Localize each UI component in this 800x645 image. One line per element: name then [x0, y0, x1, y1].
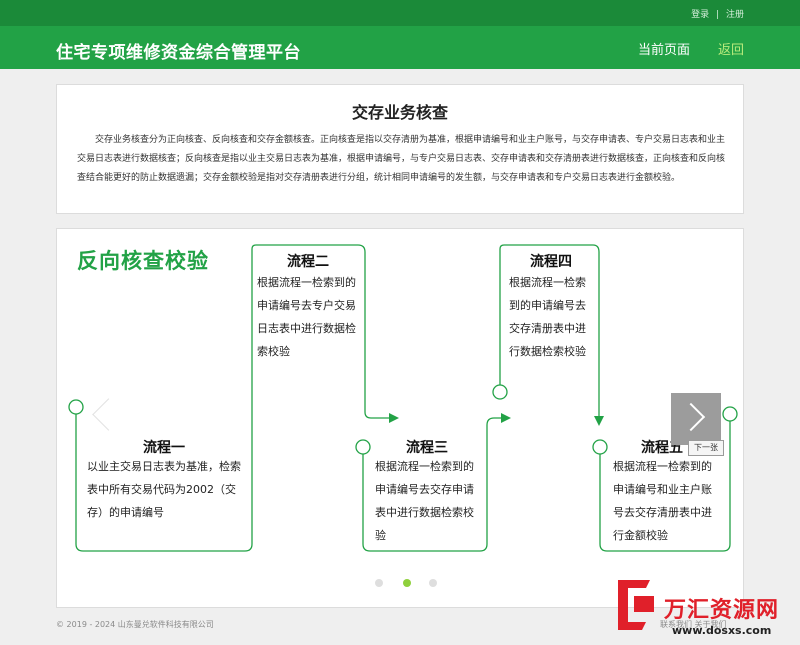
- arrow-head-2-3: [389, 413, 399, 423]
- chevron-right-icon: [676, 402, 706, 432]
- page-title: 交存业务核查: [351, 103, 448, 122]
- step-1-desc: 以业主交易日志表为基准，检索表中所有交易代码为2002（交存）的申请编号: [87, 460, 241, 519]
- carousel-pagination: [375, 579, 441, 589]
- watermark-text: 万汇资源网: [664, 598, 780, 623]
- step-4-title: 流程四: [530, 254, 572, 270]
- watermark-logo-icon: [618, 580, 654, 630]
- arrow-head-3-4: [501, 413, 511, 423]
- nav-back-link[interactable]: 返回: [718, 39, 744, 58]
- step-2-desc: 根据流程一检索到的申请编号去专户交易日志表中进行数据检索校验: [257, 276, 356, 358]
- step-4-desc: 根据流程一检索到的申请编号去交存清册表中进行数据检索校验: [509, 276, 586, 358]
- step-5-desc: 根据流程一检索到的申请编号和业主户账号去交存清册表中进行金额校验: [613, 460, 712, 542]
- top-bar: 登录 | 注册: [0, 0, 800, 26]
- node-circle-5: [592, 439, 608, 455]
- node-circle-end: [722, 406, 738, 422]
- intro-card: 交存业务核查 交存业务核查分为正向核查、反向核查和交存金额核查。正向核查是指以交…: [56, 84, 744, 214]
- watermark-url: www.dosxs.com: [672, 624, 772, 637]
- node-circle-4: [492, 384, 508, 400]
- node-circle-3: [355, 439, 371, 455]
- process-carousel: 反向核查校验 流程一 以业主交易日志表为基准，检索表中所有交易代码为2002（交…: [56, 228, 744, 608]
- flow-path-2-3: [364, 339, 389, 419]
- carousel-dot-1[interactable]: [375, 579, 383, 587]
- node-circle-1: [68, 399, 84, 415]
- link-separator: |: [716, 10, 720, 20]
- nav-bar: 住宅专项维修资金综合管理平台 当前页面 返回: [0, 26, 800, 69]
- nav-current-page[interactable]: 当前页面: [638, 39, 690, 58]
- login-link[interactable]: 登录: [691, 7, 709, 20]
- intro-description: 交存业务核查分为正向核查、反向核查和交存金额核查。正向核查是指以交存清册为基准，…: [77, 135, 726, 183]
- site-title: 住宅专项维修资金综合管理平台: [56, 43, 301, 63]
- arrow-head-4-5: [594, 416, 604, 426]
- step-3-title: 流程三: [406, 440, 448, 456]
- flow-diagram: [68, 244, 738, 552]
- next-slide-button[interactable]: [671, 393, 721, 445]
- register-link[interactable]: 注册: [726, 7, 744, 20]
- carousel-dot-3[interactable]: [429, 579, 437, 587]
- step-3-desc: 根据流程一检索到的申请编号去交存申请表中进行数据检索校验: [375, 460, 474, 542]
- account-links: 登录 | 注册: [691, 7, 744, 20]
- watermark: 万汇资源网 www.dosxs.com: [612, 570, 800, 645]
- step-2-title: 流程二: [287, 254, 329, 270]
- footer-copyright: © 2019 - 2024 山东曼兑软件科技有限公司: [56, 620, 214, 629]
- carousel-dot-2[interactable]: [403, 579, 411, 587]
- next-slide-tooltip: 下一张: [688, 440, 724, 456]
- step-1-title: 流程一: [143, 440, 185, 456]
